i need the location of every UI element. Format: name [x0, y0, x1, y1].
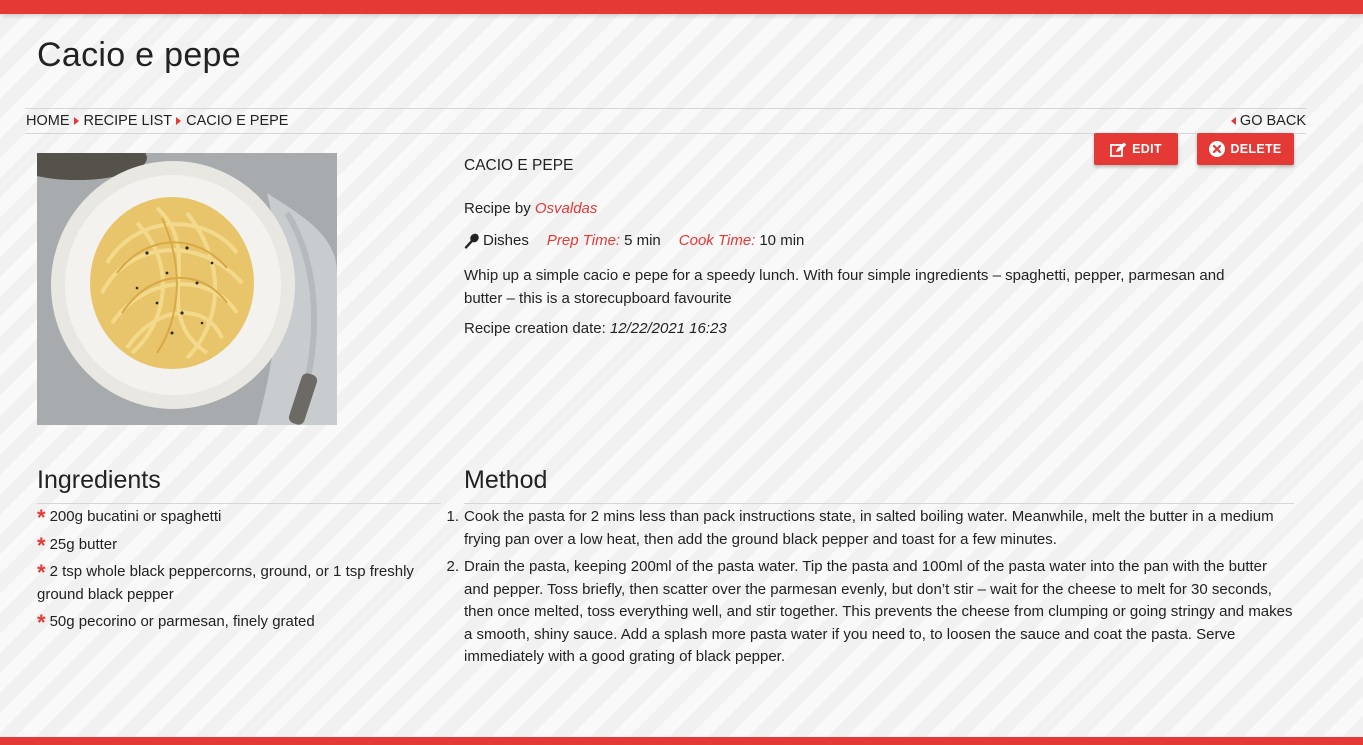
edit-icon [1110, 142, 1127, 157]
author-name: Osvaldas [534, 200, 598, 217]
recipe-photo [37, 153, 337, 425]
recipe-creation-date: Recipe creation date: 12/22/2021 16:23 [464, 320, 1294, 337]
delete-button-label: DELETE [1230, 142, 1282, 156]
go-back-link[interactable]: GO BACK [1230, 109, 1306, 133]
recipe-description: Whip up a simple cacio e pepe for a spee… [464, 267, 1225, 307]
recipe-author: Recipe by Osvaldas [464, 200, 1294, 217]
date-label: Recipe creation date: [464, 320, 606, 337]
recipe-meta: Dishes Prep Time: 5 min Cook Time: 10 mi… [464, 232, 1294, 249]
method-step: Drain the pasta, keeping 200ml of the pa… [441, 556, 1293, 665]
close-circle-icon [1209, 141, 1226, 157]
cook-time-label: Cook Time: [678, 232, 756, 249]
prep-time-value: 5 min [624, 232, 661, 249]
bottom-accent-bar [0, 737, 1363, 745]
recipe-name: CACIO E PEPE [464, 157, 574, 174]
asterisk-icon: * [37, 505, 46, 530]
prep-time-label: Prep Time: [546, 232, 621, 249]
method-step: Cook the pasta for 2 mins less than pack… [441, 506, 1274, 548]
ingredients-list: * 200g bucatini or spaghetti * 25g butter … [37, 506, 441, 639]
pasta-dish-image [37, 153, 337, 425]
caret-right-icon [176, 117, 182, 125]
caret-right-icon [73, 117, 79, 125]
go-back-label: GO BACK [1239, 113, 1306, 129]
spoon-icon [464, 233, 479, 249]
breadcrumb-home-link[interactable]: HOME [26, 109, 70, 133]
breadcrumb-trail: HOME RECIPE LIST CACIO E PEPE [26, 109, 288, 133]
ingredient-item: * 50g pecorino or parmesan, finely grated [37, 611, 441, 634]
ingredient-text: 2 tsp whole black peppercorns, ground, o… [37, 563, 414, 603]
cook-time-value: 10 min [759, 232, 805, 249]
ingredients-heading: Ingredients [37, 466, 161, 494]
author-prefix: Recipe by [464, 200, 531, 217]
top-accent-bar [0, 0, 1363, 14]
category-label: Dishes [483, 232, 529, 249]
ingredient-text: 200g bucatini or spaghetti [49, 508, 222, 525]
ingredient-item: * 25g butter [37, 532, 441, 558]
method-steps: Cook the pasta for 2 mins less than pack… [441, 506, 1296, 674]
method-divider [464, 503, 1294, 504]
asterisk-icon: * [37, 560, 46, 585]
breadcrumb: HOME RECIPE LIST CACIO E PEPE GO BACK [25, 108, 1306, 134]
method-heading: Method [464, 466, 548, 494]
breadcrumb-current: CACIO E PEPE [186, 113, 289, 129]
breadcrumb-recipe-list-link[interactable]: RECIPE LIST [84, 109, 173, 133]
edit-button-label: EDIT [1132, 142, 1162, 156]
ingredient-item: * 200g bucatini or spaghetti [37, 506, 441, 529]
ingredient-text: 25g butter [49, 535, 118, 553]
caret-left-icon [1230, 117, 1236, 125]
page-title: Cacio e pepe [37, 36, 241, 74]
ingredient-text: 50g pecorino or parmesan, finely grated [49, 613, 315, 630]
recipe-category: Dishes [464, 232, 529, 249]
date-value: 12/22/2021 16:23 [609, 320, 727, 337]
asterisk-icon: * [37, 610, 46, 635]
ingredients-divider [37, 503, 441, 504]
ingredient-item: * 2 tsp whole black peppercorns, ground, … [37, 561, 441, 606]
asterisk-icon: * [37, 532, 46, 558]
